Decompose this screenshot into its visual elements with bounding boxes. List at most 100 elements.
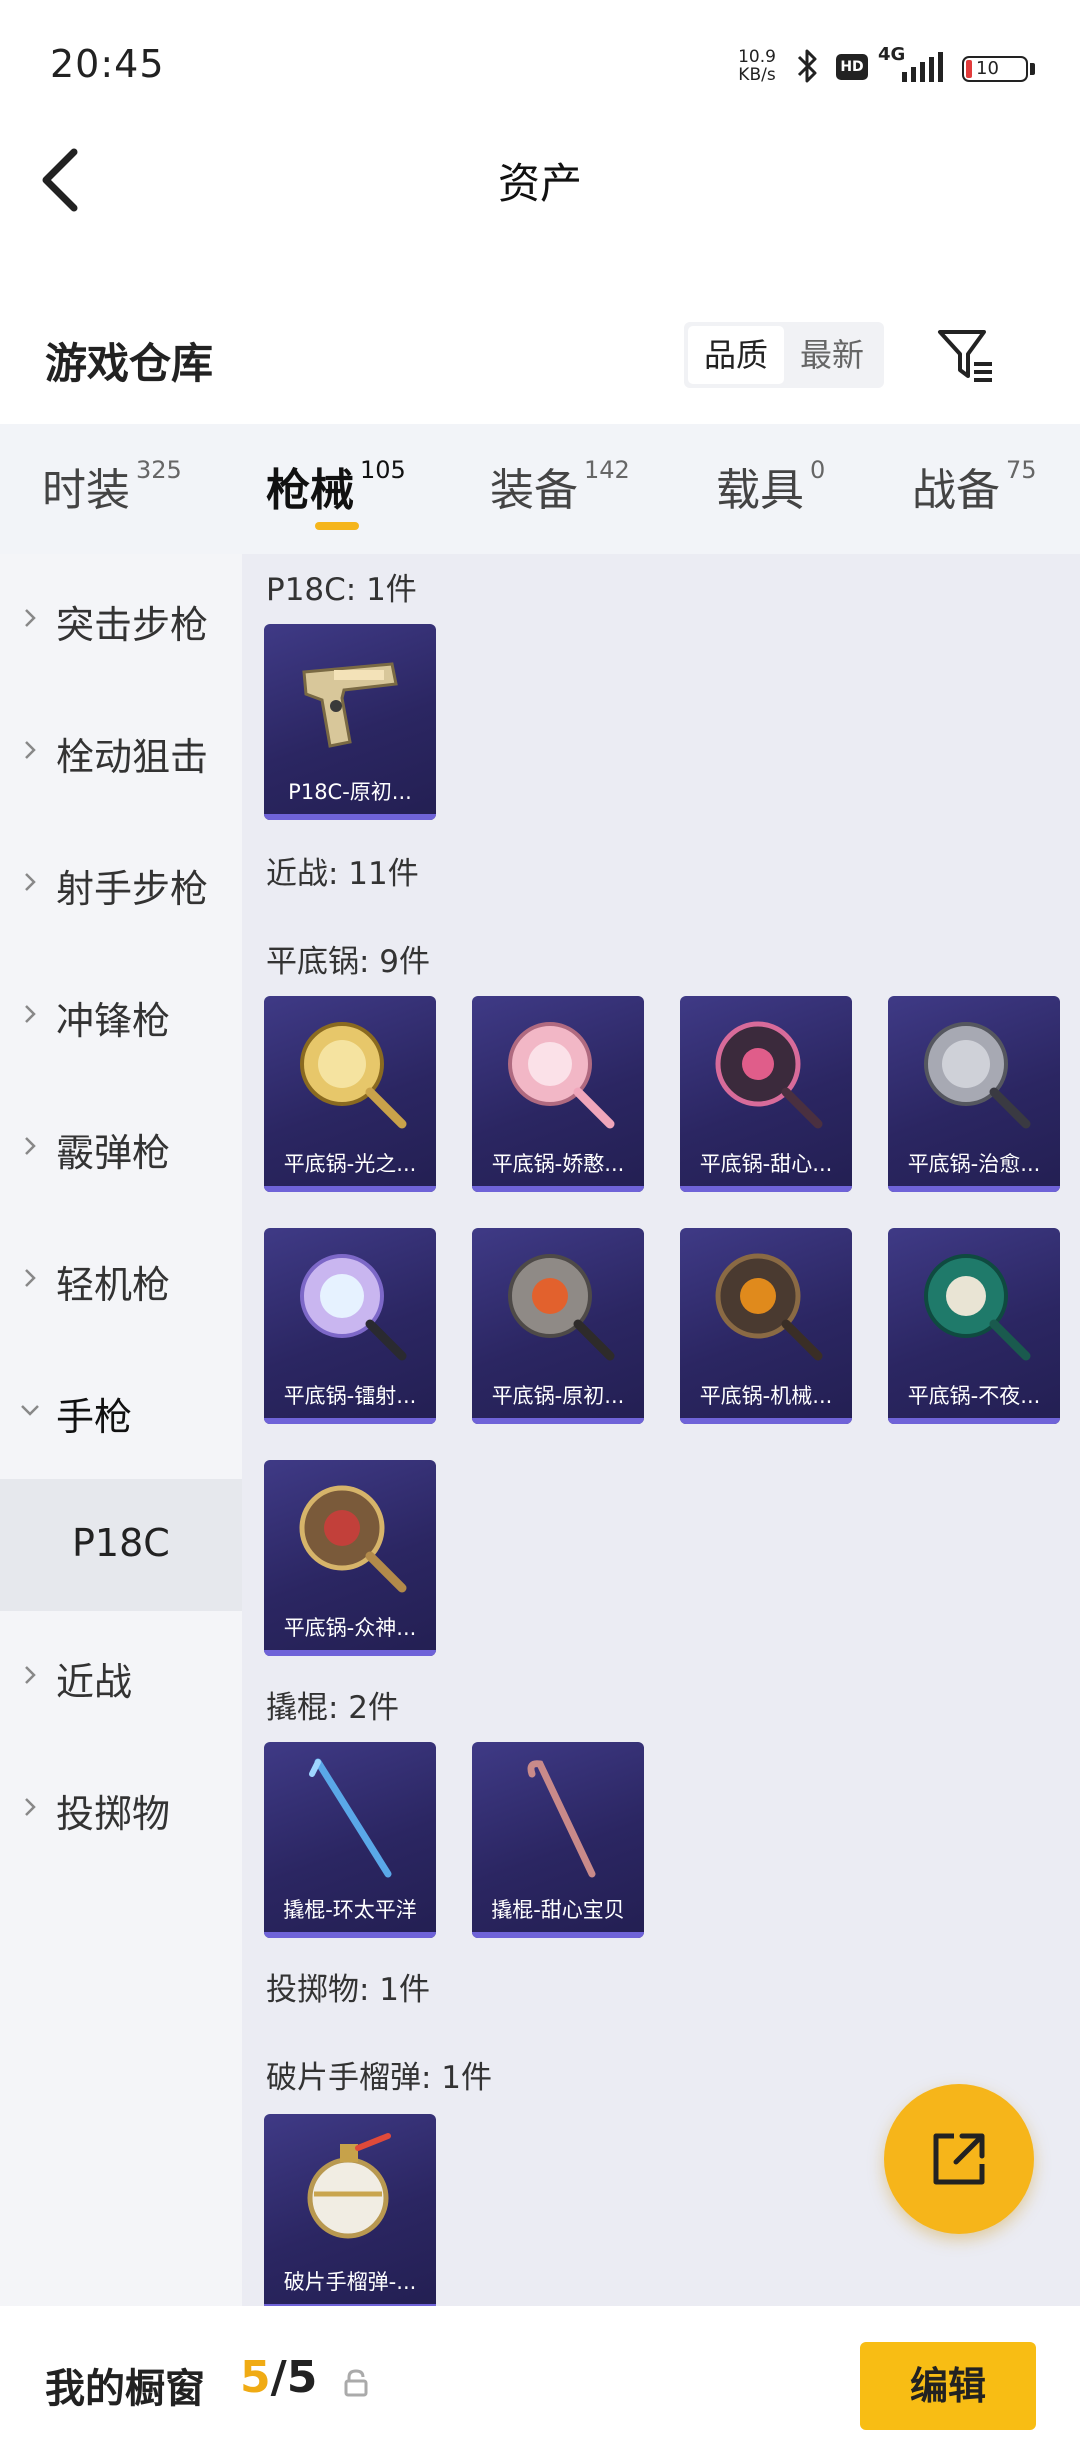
- sidebar-item-pistol[interactable]: 手枪: [0, 1346, 242, 1478]
- sidebar-item-label: 射手步枪: [56, 867, 209, 911]
- showcase-label: 我的橱窗: [45, 2366, 205, 2412]
- item-card[interactable]: 平底锅-治愈...: [888, 996, 1060, 1192]
- sidebar-item-label: 轻机枪: [56, 1263, 171, 1307]
- category-tabs: 时装 325 枪械 105 装备 142 载具 0 战备 75: [0, 424, 1080, 554]
- section-title: 撬棍: 2件: [266, 1690, 400, 1726]
- item-name: 平底锅-光之...: [283, 1152, 417, 1176]
- chevron-right-icon: [25, 873, 36, 891]
- section-title: P18C: 1件: [266, 572, 417, 608]
- frying-pan-pink-icon: [508, 1022, 615, 1129]
- item-card[interactable]: 平底锅-众神...: [264, 1460, 436, 1656]
- battery-level-fill: [966, 60, 972, 78]
- sidebar-item-label: 投掷物: [56, 1792, 171, 1836]
- item-name: 平底锅-甜心...: [699, 1152, 833, 1176]
- network-type: 4G: [878, 44, 906, 65]
- tab-count: 105: [360, 456, 406, 484]
- item-card[interactable]: 平底锅-不夜...: [888, 1228, 1060, 1424]
- tab-fashion[interactable]: 时装 325: [42, 454, 182, 534]
- item-card[interactable]: 平底锅-原初...: [472, 1228, 644, 1424]
- item-name: 撬棍-甜心宝贝: [491, 1898, 625, 1922]
- showcase-count: 5/5: [240, 2352, 317, 2403]
- showcase-total: 5: [286, 2352, 318, 2403]
- item-card[interactable]: 平底锅-机械...: [680, 1228, 852, 1424]
- section-title: 破片手榴弹: 1件: [266, 2060, 493, 2096]
- sidebar-item-throwables[interactable]: 投掷物: [0, 1743, 242, 1875]
- sidebar-subitem-label: P18C: [72, 1521, 170, 1565]
- sort-quality-option[interactable]: 品质: [688, 326, 784, 384]
- chevron-down-icon: [21, 1405, 39, 1416]
- frying-pan-gold-icon: [300, 1022, 407, 1129]
- item-card[interactable]: 破片手榴弹-...: [264, 2114, 436, 2306]
- item-name: 平底锅-镭射...: [283, 1384, 417, 1408]
- status-bar: 20:45 10.9 KB/s HD 4G 10: [0, 0, 1080, 130]
- status-time: 20:45: [50, 42, 165, 86]
- showcase-bar: 我的橱窗 5/5 编辑: [0, 2306, 1080, 2460]
- bluetooth-icon: [797, 49, 817, 83]
- network-speed: 10.9 KB/s: [732, 48, 782, 84]
- item-name: 平底锅-原初...: [491, 1384, 625, 1408]
- page-title: 资产: [497, 159, 582, 208]
- pistol-icon: [302, 662, 398, 748]
- frying-pan-mech-icon: [715, 1253, 823, 1361]
- frying-pan-green-icon: [924, 1254, 1031, 1361]
- sidebar-item-shotgun[interactable]: 霰弹枪: [0, 1082, 242, 1214]
- item-card[interactable]: 撬棍-环太平洋: [264, 1742, 436, 1938]
- lock-icon: [344, 2369, 368, 2397]
- item-card[interactable]: 撬棍-甜心宝贝: [472, 1742, 644, 1938]
- chevron-right-icon: [25, 609, 36, 627]
- tab-equipment[interactable]: 装备 142: [490, 454, 630, 534]
- filter-icon[interactable]: [934, 324, 996, 386]
- item-name: 平底锅-娇憨...: [491, 1152, 625, 1176]
- item-card[interactable]: 平底锅-镭射...: [264, 1228, 436, 1424]
- tab-count: 325: [136, 456, 182, 484]
- frying-pan-dark-pink-icon: [715, 1021, 823, 1129]
- item-name: 撬棍-环太平洋: [283, 1898, 417, 1922]
- battery-cap: [1030, 63, 1035, 75]
- edit-button[interactable]: 编辑: [860, 2342, 1036, 2430]
- battery-icon: 10: [962, 56, 1028, 82]
- grenade-icon: [307, 2133, 391, 2239]
- item-name: 平底锅-机械...: [699, 1384, 833, 1408]
- sidebar-item-bolt-sniper[interactable]: 栓动狙击: [0, 686, 242, 818]
- share-external-icon: [933, 2133, 985, 2185]
- item-card[interactable]: 平底锅-光之...: [264, 996, 436, 1192]
- chevron-right-icon: [25, 741, 36, 759]
- item-name: 平底锅-治愈...: [907, 1152, 1041, 1176]
- sidebar-item-smg[interactable]: 冲锋枪: [0, 950, 242, 1082]
- tab-count: 142: [584, 456, 630, 484]
- sidebar-item-assault-rifle[interactable]: 突击步枪: [0, 554, 242, 686]
- chevron-right-icon: [25, 1005, 36, 1023]
- showcase-current: 5: [240, 2352, 271, 2403]
- frying-pan-laser-icon: [300, 1254, 407, 1361]
- item-name: 破片手榴弹-...: [283, 2270, 417, 2294]
- sidebar-item-lmg[interactable]: 轻机枪: [0, 1214, 242, 1346]
- section-title: 平底锅: 9件: [266, 944, 431, 980]
- network-speed-unit: KB/s: [738, 65, 776, 85]
- item-card[interactable]: 平底锅-甜心...: [680, 996, 852, 1192]
- share-button[interactable]: [884, 2084, 1034, 2234]
- tab-count: 75: [1006, 456, 1037, 484]
- item-grid-panel: P18C: 1件 P18C-原初... 近战: 11件 平底锅: 9件 平底锅-…: [242, 554, 1080, 2306]
- tab-vehicles[interactable]: 载具 0: [716, 454, 825, 534]
- crowbar-pink-icon: [527, 1760, 596, 1878]
- item-card[interactable]: P18C-原初...: [264, 624, 436, 820]
- sort-newest-option[interactable]: 最新: [784, 326, 880, 384]
- active-tab-indicator: [315, 522, 359, 530]
- sidebar-item-marksman-rifle[interactable]: 射手步枪: [0, 818, 242, 950]
- item-card[interactable]: 平底锅-娇憨...: [472, 996, 644, 1192]
- sidebar-item-label: 近战: [56, 1660, 133, 1704]
- hd-badge: HD: [836, 54, 868, 80]
- tab-label: 时装: [42, 465, 130, 516]
- sidebar-item-label: 栓动狙击: [56, 735, 209, 779]
- showcase-separator: /: [270, 2352, 287, 2403]
- sidebar-item-melee[interactable]: 近战: [0, 1611, 242, 1743]
- sidebar-item-label: 霰弹枪: [56, 1131, 171, 1175]
- chevron-right-icon: [25, 1137, 36, 1155]
- sidebar-item-label: 突击步枪: [56, 603, 209, 647]
- chevron-right-icon: [25, 1269, 36, 1287]
- weapon-category-sidebar: 突击步枪 栓动狙击 射手步枪 冲锋枪 霰弹枪 轻机枪 手枪 P18C 近战 投掷…: [0, 554, 242, 2306]
- sidebar-subitem-p18c[interactable]: P18C: [0, 1479, 242, 1611]
- frying-pan-orange-icon: [508, 1254, 615, 1361]
- tab-tactical[interactable]: 战备 75: [912, 454, 1037, 534]
- sidebar-item-label: 手枪: [56, 1395, 133, 1439]
